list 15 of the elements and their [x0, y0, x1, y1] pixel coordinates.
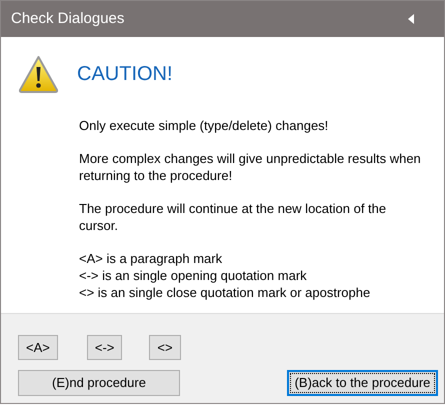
warning-icon — [18, 55, 59, 93]
insert-mark-button[interactable]: <A> — [18, 335, 58, 360]
warning-paragraph: The procedure will continue at the new location of the cursor. — [79, 200, 388, 234]
legend-line: <-> is an single opening quotation mark — [79, 267, 308, 284]
warning-paragraph: More complex changes will give unpredictable results when returning to the procedure! — [79, 150, 422, 184]
collapse-icon[interactable] — [408, 14, 414, 24]
legend-line: <> is an single close quotation mark or apostrophe — [79, 284, 372, 301]
insert-mark-button[interactable]: <-> — [86, 335, 122, 360]
warning-paragraph: Only execute simple (type/delete) changes! — [79, 117, 330, 134]
window-title: Check Dialogues — [11, 8, 124, 29]
dialog-button[interactable]: (E)nd procedure — [18, 370, 180, 396]
insert-mark-button[interactable]: <> — [149, 335, 181, 360]
dialog-button[interactable]: (B)ack to the procedure — [287, 370, 438, 396]
caution-heading: CAUTION! — [77, 62, 173, 87]
legend-line: <A> is a paragraph mark — [79, 250, 224, 267]
